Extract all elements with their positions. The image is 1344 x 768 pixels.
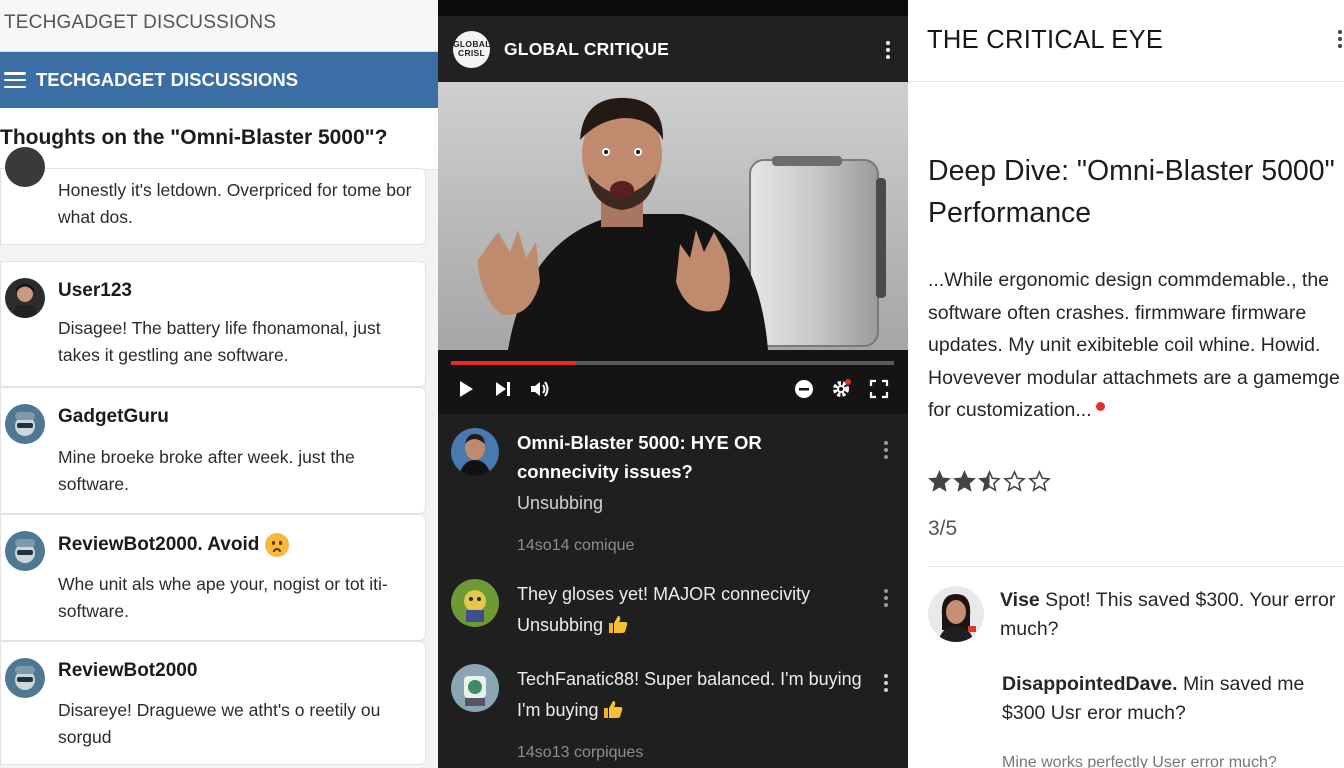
comment-line-text: Unsubbing <box>517 615 604 635</box>
forum-post: Honestly it's letdown. Overpriced for to… <box>0 147 426 245</box>
video-title[interactable]: Omni-Blaster 5000: HYE OR connecivity is… <box>517 428 857 486</box>
comment-line-text: I'm buying <box>517 700 599 720</box>
menu-icon[interactable] <box>4 72 26 88</box>
comment-text: DisappointedDave. Min saved me $300 Usг … <box>1002 670 1342 728</box>
volume-icon[interactable] <box>528 378 550 400</box>
settings-gear-icon[interactable] <box>830 378 852 400</box>
more-options-icon[interactable] <box>1338 30 1342 51</box>
post-username[interactable]: ReviewBot2000 <box>58 660 197 682</box>
video-meta: 14so13 corpiques <box>517 744 644 761</box>
post-username-text: ReviewBot2000. Avoid <box>58 534 260 555</box>
comment-author[interactable]: Vise <box>1000 589 1040 611</box>
post-body: Disareye! Draguewe we atht's o reetily o… <box>58 700 381 747</box>
post-body: Whe unit als whe ape your, nogist or tot… <box>58 574 388 621</box>
avatar[interactable] <box>5 147 45 187</box>
avatar[interactable] <box>5 531 45 571</box>
forum-post: ReviewBot2000 Disareye! Draguewe we atht… <box>0 641 426 765</box>
rating-text: 3/5 <box>928 517 958 540</box>
video-comment: They gloses yet! MAJOR connecivity Unsub… <box>438 579 908 649</box>
item-options-icon[interactable] <box>884 674 888 695</box>
article-line: ...While ergonomic design commdemable., … <box>928 269 1330 291</box>
post-body: Disagee! The battery life fhonamonal, ju… <box>58 318 381 365</box>
post-username[interactable]: GadgetGuru <box>58 406 169 428</box>
avatar[interactable] <box>5 658 45 698</box>
status-strip <box>438 0 908 16</box>
star-icon <box>953 470 976 492</box>
screen: TECHGADGET DISCUSSIONS TECHGADGET DISCUS… <box>0 0 1344 768</box>
post-body: Mine broeke broke after week. just the s… <box>58 447 355 494</box>
comment-text: Mine works perfectly User error much? <box>1002 754 1277 768</box>
channel-name[interactable]: GLOBAL CRITIQUE <box>504 39 669 60</box>
more-options-icon[interactable] <box>886 41 890 62</box>
item-options-icon[interactable] <box>884 589 888 610</box>
progress-fill <box>451 361 576 365</box>
comment-text: They gloses yet! MAJOR connecivity Unsub… <box>517 579 892 641</box>
comment-text: Vise Spot! This saved $300. Your error m… <box>1000 586 1340 644</box>
avatar[interactable] <box>451 579 499 627</box>
article-line: for customization... <box>928 394 1344 427</box>
star-rating <box>928 470 1051 493</box>
article-line: software often crashes. firmmware firmwa… <box>928 301 1307 324</box>
forum-post: ReviewBot2000. Avoid Whe unit als whe ap… <box>0 514 426 641</box>
star-icon <box>1003 470 1026 492</box>
video-comment: TechFanatic88! Super balanced. I'm buyin… <box>438 664 908 734</box>
thumbs-up-icon <box>609 616 628 633</box>
post-username[interactable]: ReviewBot2000. Avoid <box>58 533 290 557</box>
item-options-icon[interactable] <box>884 441 888 462</box>
video-player[interactable] <box>438 82 908 350</box>
avatar[interactable] <box>5 404 45 444</box>
article-header: THE CRITICAL EYE <box>908 0 1344 82</box>
forum-browser-title: TECHGADGET DISCUSSIONS <box>0 0 438 52</box>
site-brand[interactable]: THE CRITICAL EYE <box>927 26 1163 55</box>
video-meta: 14so14 comique <box>517 537 635 554</box>
forum-panel: TECHGADGET DISCUSSIONS TECHGADGET DISCUS… <box>0 0 438 768</box>
thread-title: Thoughts on the "Omni-Blaster 5000"? <box>0 108 438 170</box>
channel-logo[interactable]: GLOBAL CRISL <box>453 30 490 68</box>
channel-header: GLOBAL CRISL GLOBAL CRITIQUE <box>438 16 908 82</box>
post-body: Honestly it's letdown. Overpriced for to… <box>58 180 412 227</box>
video-subtitle: Unsubbing <box>517 493 604 513</box>
progress-bar[interactable] <box>451 361 894 365</box>
forum-post: User123 Disagee! The battery life fhonam… <box>0 261 426 387</box>
forum-post: GadgetGuru Mine broeke broke after week.… <box>0 387 426 514</box>
stop-icon[interactable] <box>793 378 815 400</box>
avatar[interactable] <box>928 586 984 642</box>
comment-line: They gloses yet! MAJOR connecivity <box>517 584 811 604</box>
comment-author[interactable]: DisappointedDave. <box>1002 673 1178 695</box>
comment-body: Spot! This saved $300. Your error much? <box>1000 589 1336 640</box>
video-frame-image <box>438 82 908 350</box>
post-username[interactable]: User123 <box>58 280 132 302</box>
video-panel: GLOBAL CRISL GLOBAL CRITIQUE Omni-Blaste… <box>438 0 908 768</box>
article-body: ...While ergonomic design commdemable., … <box>928 264 1344 427</box>
star-icon <box>978 470 1001 492</box>
avatar[interactable] <box>5 278 45 318</box>
comment-line: Unsubbing <box>517 610 892 641</box>
article-line-text: for customization... <box>928 399 1092 421</box>
fullscreen-icon[interactable] <box>868 378 890 400</box>
forum-navbar: TECHGADGET DISCUSSIONS <box>0 52 438 108</box>
player-controls <box>438 350 908 414</box>
play-icon[interactable] <box>455 378 477 400</box>
divider <box>928 566 1344 567</box>
avatar[interactable] <box>451 428 499 476</box>
star-icon <box>928 470 951 492</box>
star-icon <box>1028 470 1051 492</box>
video-list-item[interactable]: Omni-Blaster 5000: HYE OR connecivity is… <box>438 428 908 558</box>
article-line: updates. My unit exibiteble coil whine. … <box>928 334 1321 356</box>
avatar[interactable] <box>451 664 499 712</box>
sad-face-icon <box>265 533 290 557</box>
article-panel: THE CRITICAL EYE Deep Dive: "Omni-Blaste… <box>908 0 1344 768</box>
thumbs-up-icon <box>604 701 623 718</box>
comment-line: TechFanatic88! Super balanced. I'm buyin… <box>517 669 862 689</box>
article-title: Deep Dive: "Omni-Blaster 5000" Performan… <box>928 155 1335 229</box>
comment-line: I'm buying <box>517 695 892 726</box>
next-icon[interactable] <box>492 378 514 400</box>
forum-nav-title[interactable]: TECHGADGET DISCUSSIONS <box>36 69 298 91</box>
article-line: Hovevever modular attachmets are a gamem… <box>928 366 1340 389</box>
notification-dot-icon <box>1095 402 1105 411</box>
comment-text: TechFanatic88! Super balanced. I'm buyin… <box>517 664 892 726</box>
